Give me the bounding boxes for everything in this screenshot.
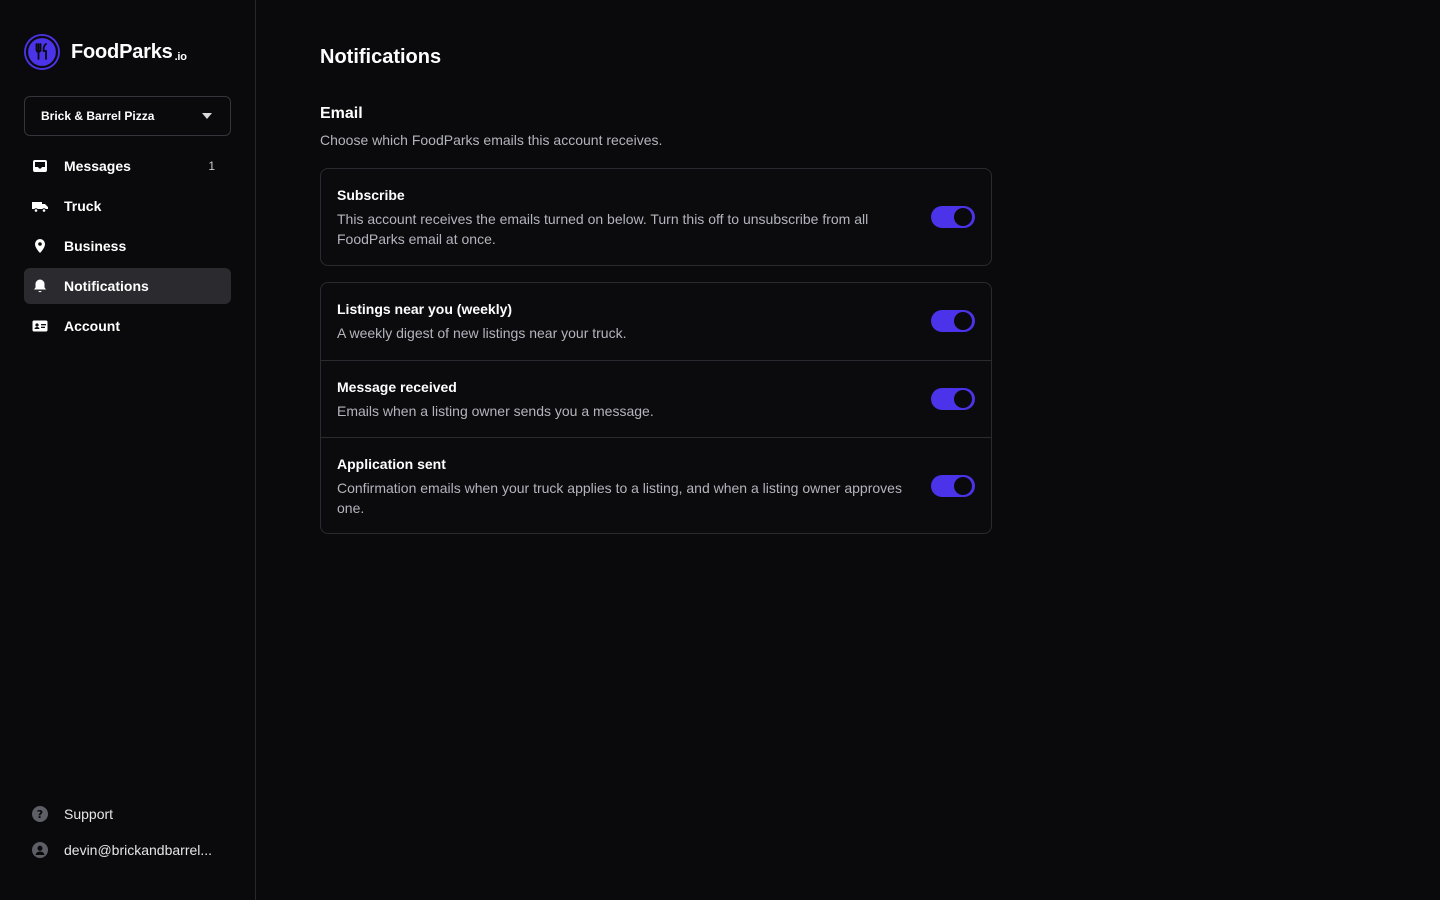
sidebar-item-notifications[interactable]: Notifications [24,268,231,304]
map-pin-icon [32,238,48,254]
unread-count-badge: 1 [208,159,215,173]
sidebar-item-label: Notifications [64,278,149,294]
brand-name: FoodParks .io [71,40,187,63]
setting-row: Application sent Confirmation emails whe… [321,437,991,533]
setting-row: Listings near you (weekly) A weekly dige… [321,283,991,360]
chevron-down-icon [202,113,212,119]
setting-title: Subscribe [337,187,405,203]
sidebar-item-business[interactable]: Business [24,228,231,264]
sidebar-item-label: Truck [64,198,102,214]
support-label: Support [64,806,114,822]
sidebar-footer: ? Support devin@brickandbarrel... [24,796,231,868]
setting-title: Message received [337,379,457,395]
user-menu[interactable]: devin@brickandbarrel... [24,832,231,868]
inbox-icon [32,158,48,174]
business-select-value: Brick & Barrel Pizza [41,109,155,123]
setting-row: Message received Emails when a listing o… [321,360,991,437]
setting-description: Confirmation emails when your truck appl… [337,480,902,516]
sidebar-item-label: Account [64,318,120,334]
sidebar-item-truck[interactable]: Truck [24,188,231,224]
svg-text:?: ? [37,808,43,821]
toggle-knob [954,477,972,495]
id-card-icon [32,318,48,334]
help-circle-icon: ? [32,806,48,822]
business-select[interactable]: Brick & Barrel Pizza [24,96,231,136]
bell-icon [32,278,48,294]
subscribe-toggle[interactable] [931,206,975,228]
page-title: Notifications [320,46,442,68]
message-received-toggle[interactable] [931,388,975,410]
section-subtitle: Choose which FoodParks emails this accou… [320,132,663,148]
sidebar-item-label: Business [64,238,127,254]
subscribe-row: Subscribe This account receives the emai… [321,169,991,265]
brand-logo[interactable]: FoodParks .io [24,34,187,70]
user-email: devin@brickandbarrel... [64,842,213,858]
section-title: Email [320,105,363,122]
toggle-knob [954,208,972,226]
sidebar-item-account[interactable]: Account [24,308,231,344]
support-link[interactable]: ? Support [24,796,231,832]
toggle-knob [954,390,972,408]
sidebar-item-label: Messages [64,158,131,174]
setting-description: This account receives the emails turned … [337,211,869,247]
sidebar: FoodParks .io Brick & Barrel Pizza Messag… [0,0,256,900]
listings-near-you-toggle[interactable] [931,310,975,332]
email-options-card: Listings near you (weekly) A weekly dige… [320,282,992,534]
setting-description: A weekly digest of new listings near you… [337,325,627,341]
subscribe-card: Subscribe This account receives the emai… [320,168,992,266]
truck-icon [32,198,48,214]
setting-description: Emails when a listing owner sends you a … [337,403,654,419]
fork-knife-icon [24,34,60,70]
sidebar-nav: Messages 1 Truck Business Notifications [24,148,231,348]
setting-title: Application sent [337,456,446,472]
setting-title: Listings near you (weekly) [337,301,513,317]
toggle-knob [954,312,972,330]
application-sent-toggle[interactable] [931,475,975,497]
sidebar-item-messages[interactable]: Messages 1 [24,148,231,184]
user-avatar-icon [32,842,48,858]
